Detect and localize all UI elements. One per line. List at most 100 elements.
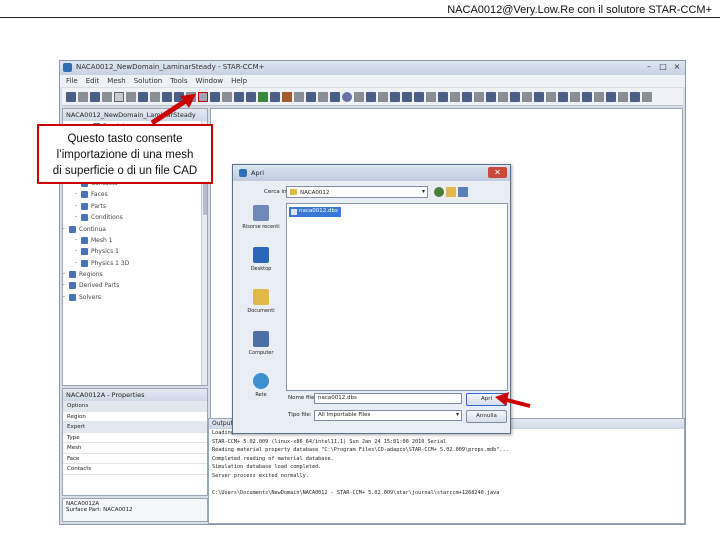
- view-icon[interactable]: [330, 91, 340, 102]
- cut-icon[interactable]: [150, 91, 160, 102]
- menu-solution[interactable]: Solution: [134, 77, 163, 85]
- streamline-icon[interactable]: [594, 91, 604, 102]
- select-icon[interactable]: [450, 91, 460, 102]
- place-computer[interactable]: Computer: [237, 331, 285, 371]
- wireframe-icon[interactable]: [558, 91, 568, 102]
- menubar: File Edit Mesh Solution Tools Window Hel…: [60, 75, 685, 87]
- tree-node[interactable]: - Mesh 1: [63, 235, 207, 246]
- maximize-icon[interactable]: □: [657, 62, 669, 72]
- property-row[interactable]: Contacts: [63, 464, 207, 475]
- property-name: Region: [67, 413, 86, 420]
- rotate-icon[interactable]: [342, 91, 352, 102]
- property-section[interactable]: Options: [63, 401, 207, 412]
- tree-node[interactable]: - Derived Parts: [63, 280, 207, 291]
- new-folder-icon[interactable]: [446, 187, 456, 197]
- plot-icon[interactable]: [318, 91, 328, 102]
- table-icon[interactable]: [246, 91, 256, 102]
- property-row[interactable]: Mesh: [63, 443, 207, 454]
- tree-node[interactable]: - Regions: [63, 269, 207, 280]
- run-icon[interactable]: [258, 91, 268, 102]
- filetype-dropdown[interactable]: All Importable Files ▾: [314, 410, 462, 421]
- animation-icon[interactable]: [510, 91, 520, 102]
- scalar-icon[interactable]: [606, 91, 616, 102]
- tree-node[interactable]: - Conditions: [63, 212, 207, 223]
- print-icon[interactable]: [102, 91, 112, 102]
- filename-input[interactable]: naca0012.dbs: [314, 393, 462, 404]
- copy-icon[interactable]: [162, 91, 172, 102]
- close-sim-icon[interactable]: [114, 91, 124, 102]
- grid-icon[interactable]: [234, 91, 244, 102]
- menu-mesh[interactable]: Mesh: [107, 77, 125, 85]
- place-desktop[interactable]: Desktop: [237, 247, 285, 287]
- clear-icon[interactable]: [294, 91, 304, 102]
- menu-file[interactable]: File: [66, 77, 78, 85]
- pan-icon[interactable]: [354, 91, 364, 102]
- slide: NACA0012@Very.Low.Re con il solutore STA…: [0, 0, 720, 540]
- open-icon[interactable]: [78, 91, 88, 102]
- place-network[interactable]: Rete: [237, 373, 285, 413]
- import-volume-mesh-icon[interactable]: [210, 91, 220, 102]
- tree-node[interactable]: - Physics 1 3D: [63, 258, 207, 269]
- surface-icon[interactable]: [546, 91, 556, 102]
- tree-node[interactable]: - Faces: [63, 189, 207, 200]
- delete-icon[interactable]: [186, 91, 196, 102]
- fit-icon[interactable]: [378, 91, 388, 102]
- tree-node[interactable]: - Solvers: [63, 292, 207, 303]
- perspective-icon[interactable]: [426, 91, 436, 102]
- place-documents[interactable]: Documenti: [237, 289, 285, 329]
- section-icon[interactable]: [570, 91, 580, 102]
- stop-icon[interactable]: [282, 91, 292, 102]
- paste-icon[interactable]: [174, 91, 184, 102]
- menu-edit[interactable]: Edit: [86, 77, 100, 85]
- lookin-dropdown[interactable]: NACA0012 ▾: [286, 186, 428, 198]
- pick-icon[interactable]: [462, 91, 472, 102]
- mesh-icon[interactable]: [222, 91, 232, 102]
- lighting-icon[interactable]: [438, 91, 448, 102]
- property-row[interactable]: Type: [63, 433, 207, 443]
- new-simulation-icon[interactable]: [66, 91, 76, 102]
- annotation-icon[interactable]: [486, 91, 496, 102]
- menu-window[interactable]: Window: [196, 77, 224, 85]
- vector-icon[interactable]: [582, 91, 592, 102]
- render-icon[interactable]: [522, 91, 532, 102]
- close-icon[interactable]: ×: [671, 62, 683, 72]
- cancel-button[interactable]: Annulla: [466, 410, 507, 423]
- title-rule: [0, 17, 720, 18]
- redo-icon[interactable]: [138, 91, 148, 102]
- undo-icon[interactable]: [126, 91, 136, 102]
- property-row[interactable]: Region: [63, 412, 207, 422]
- view-x-icon[interactable]: [390, 91, 400, 102]
- axes-icon[interactable]: [630, 91, 640, 102]
- step-icon[interactable]: [270, 91, 280, 102]
- property-section[interactable]: Expert: [63, 422, 207, 433]
- tree-node[interactable]: - Continua: [63, 224, 207, 235]
- save-icon[interactable]: [90, 91, 100, 102]
- outline-icon[interactable]: [534, 91, 544, 102]
- screenshot-icon[interactable]: [498, 91, 508, 102]
- dialog-close-icon[interactable]: ✕: [488, 167, 507, 178]
- legend-icon[interactable]: [618, 91, 628, 102]
- zoom-icon[interactable]: [366, 91, 376, 102]
- file-item[interactable]: naca0012.dbs: [289, 207, 341, 217]
- view-y-icon[interactable]: [402, 91, 412, 102]
- property-row[interactable]: Face: [63, 454, 207, 464]
- tree-node[interactable]: - Physics 1: [63, 246, 207, 257]
- open-button[interactable]: Apri: [466, 393, 507, 406]
- app-titlebar[interactable]: NACA0012_NewDomain_LaminarSteady - STAR-…: [60, 61, 685, 75]
- menu-help[interactable]: Help: [231, 77, 247, 85]
- view-z-icon[interactable]: [414, 91, 424, 102]
- back-icon[interactable]: [434, 187, 444, 197]
- import-surface-mesh-icon[interactable]: [198, 91, 208, 102]
- probe-icon[interactable]: [474, 91, 484, 102]
- menu-tools[interactable]: Tools: [170, 77, 187, 85]
- place-recent[interactable]: Risorse recenti: [237, 205, 285, 245]
- view-menu-icon[interactable]: [458, 187, 468, 197]
- file-list[interactable]: naca0012.dbs: [286, 203, 508, 391]
- dialog-titlebar[interactable]: Apri ✕: [233, 165, 510, 181]
- tree-node[interactable]: - Parts: [63, 201, 207, 212]
- scene-icon[interactable]: [306, 91, 316, 102]
- callout-line-1: Questo tasto consente: [67, 133, 183, 145]
- help-icon[interactable]: [642, 91, 652, 102]
- callout-line-3: di superficie o di un file CAD: [52, 165, 198, 177]
- minimize-icon[interactable]: –: [643, 62, 655, 72]
